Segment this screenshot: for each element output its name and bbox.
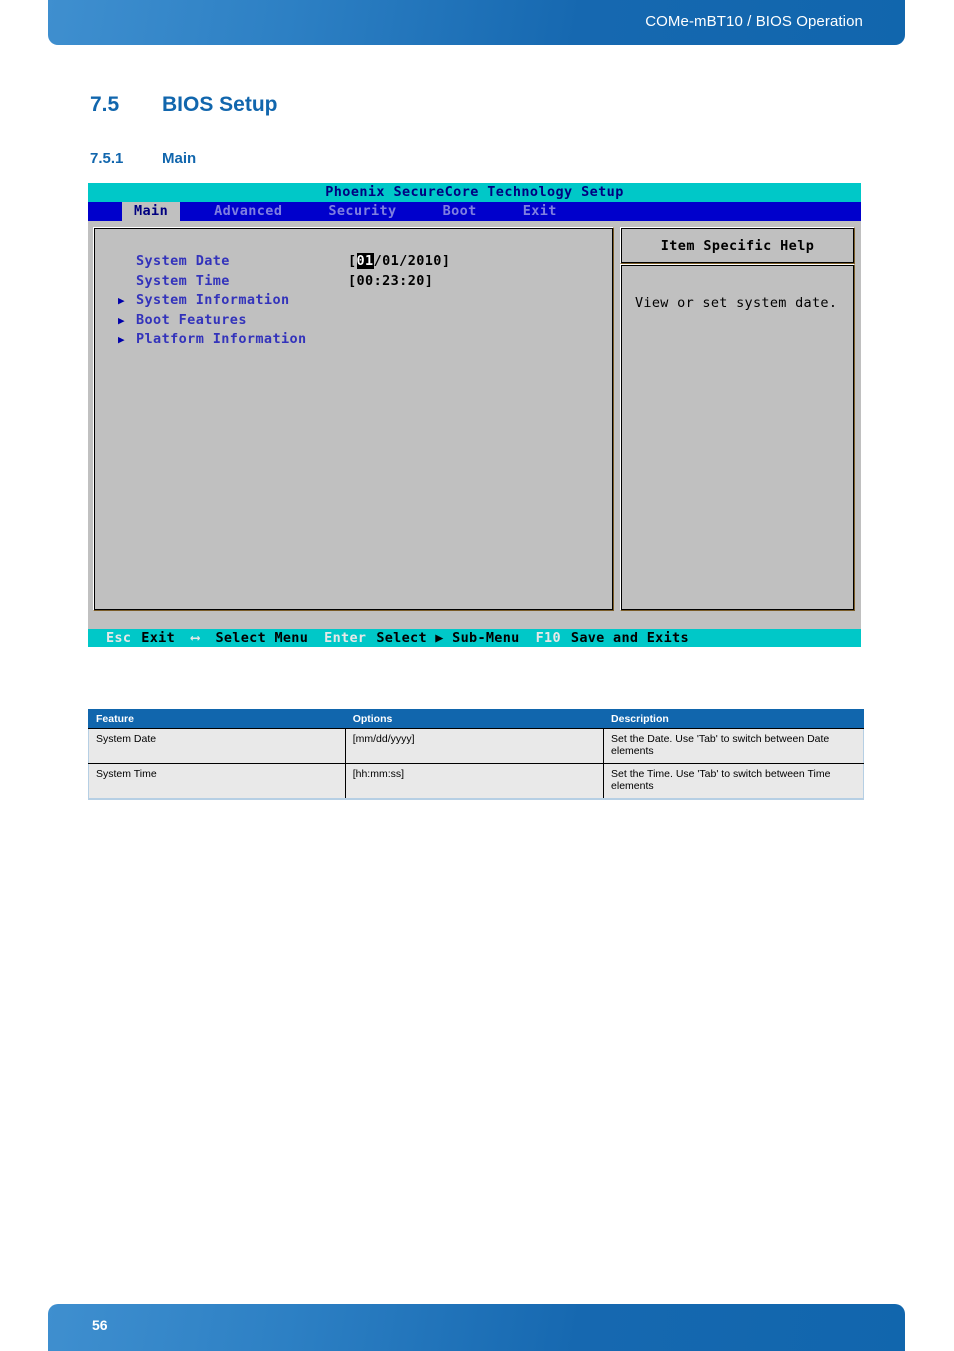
bios-row-system-time[interactable]: System Time [00:23:20] — [118, 272, 613, 292]
status-key-esc[interactable]: Esc — [106, 630, 131, 646]
submenu-arrow-icon: ▶ — [118, 333, 126, 346]
date-value-prefix: [ — [348, 253, 357, 269]
table-header-description: Description — [603, 709, 864, 729]
bios-row-boot-features[interactable]: ▶ Boot Features — [118, 311, 613, 331]
status-key-arrows-icon: ⟷ — [191, 630, 200, 646]
bios-row-label: Boot Features — [136, 311, 247, 328]
status-key-f10[interactable]: F10 — [536, 630, 561, 646]
cell-description: Set the Time. Use 'Tab' to switch betwee… — [603, 763, 864, 800]
section-title: BIOS Setup — [162, 93, 278, 116]
cell-description: Set the Date. Use 'Tab' to switch betwee… — [603, 728, 864, 764]
date-month-highlight[interactable]: 01 — [356, 253, 374, 269]
bios-row-label: Platform Information — [136, 331, 307, 347]
cell-feature: System Time — [88, 763, 346, 800]
bios-row-value[interactable]: [01/01/2010] — [348, 252, 450, 272]
page-number: 56 — [92, 1317, 108, 1333]
bios-menu-item-security[interactable]: Security — [316, 202, 408, 221]
bios-row-label: System Time — [136, 272, 230, 289]
date-value-suffix: /01/2010] — [373, 253, 451, 269]
subsection-number: 7.5.1 — [90, 150, 124, 167]
menu-spacer — [489, 202, 511, 221]
cell-options: [mm/dd/yyyy] — [344, 728, 605, 764]
status-label-save-and-exits: Save and Exits — [570, 630, 689, 646]
bios-status-bar: Esc Exit ⟷ Select Menu Enter Select ▶ Sub-Men… — [88, 629, 861, 647]
subsection-heading: 7.5.1 Main — [90, 150, 196, 167]
page-header-bar: COMe-mBT10 / BIOS Operation — [48, 0, 905, 45]
section-heading: 7.5 BIOS Setup — [90, 93, 278, 117]
bios-row-label: System Date — [136, 253, 230, 269]
menu-spacer — [294, 202, 316, 221]
menu-spacer — [180, 202, 202, 221]
bios-setup-screenshot: Phoenix SecureCore Technology Setup Main… — [88, 183, 861, 647]
bios-row-value[interactable]: [00:23:20] — [348, 272, 433, 292]
section-number: 7.5 — [90, 93, 120, 116]
bios-menu-item-exit[interactable]: Exit — [511, 202, 569, 221]
bios-settings-list: System Date [01/01/2010] System Time [00… — [94, 228, 613, 350]
cell-feature: System Date — [88, 728, 346, 764]
bios-menu-bar: Main Advanced Security Boot Exit — [88, 202, 861, 221]
bios-title-bar: Phoenix SecureCore Technology Setup — [88, 183, 861, 202]
bios-body: System Date [01/01/2010] System Time [00… — [88, 221, 861, 611]
status-label-select-menu: Select Menu — [215, 630, 309, 646]
bios-help-column: Item Specific Help View or set system da… — [620, 227, 855, 611]
feature-options-table: Feature Options Description System Date … — [88, 709, 864, 800]
submenu-arrow-icon: ▶ — [118, 294, 126, 307]
subsection-title: Main — [162, 150, 197, 167]
status-key-enter[interactable]: Enter — [324, 630, 366, 646]
status-label-select-submenu: Select ▶ Sub-Menu — [376, 630, 520, 646]
page-footer-bar: 56 — [48, 1304, 905, 1351]
bios-row-system-information[interactable]: ▶ System Information — [118, 291, 613, 311]
table-row: System Date [mm/dd/yyyy] Set the Date. U… — [88, 728, 864, 764]
submenu-arrow-icon: ▶ — [118, 313, 126, 327]
bios-menu-item-advanced[interactable]: Advanced — [202, 202, 294, 221]
table-header-options: Options — [344, 709, 605, 729]
table-header-feature: Feature — [88, 709, 346, 729]
table-header-row: Feature Options Description — [88, 709, 864, 729]
bios-settings-panel: System Date [01/01/2010] System Time [00… — [93, 227, 614, 611]
status-label-exit: Exit — [141, 630, 176, 646]
cell-options: [hh:mm:ss] — [344, 763, 605, 800]
menu-spacer — [409, 202, 431, 221]
item-specific-help-text: View or set system date. — [620, 264, 855, 611]
item-specific-help-title: Item Specific Help — [620, 227, 855, 264]
bios-row-system-date[interactable]: System Date [01/01/2010] — [118, 252, 613, 272]
bios-menu-item-boot[interactable]: Boot — [431, 202, 489, 221]
header-title: COMe-mBT10 / BIOS Operation — [645, 13, 863, 30]
bios-menu-item-main[interactable]: Main — [122, 202, 181, 221]
bios-row-platform-information[interactable]: ▶ Platform Information — [118, 330, 613, 350]
table-row: System Time [hh:mm:ss] Set the Time. Use… — [88, 763, 864, 800]
bios-row-label: System Information — [136, 292, 290, 308]
